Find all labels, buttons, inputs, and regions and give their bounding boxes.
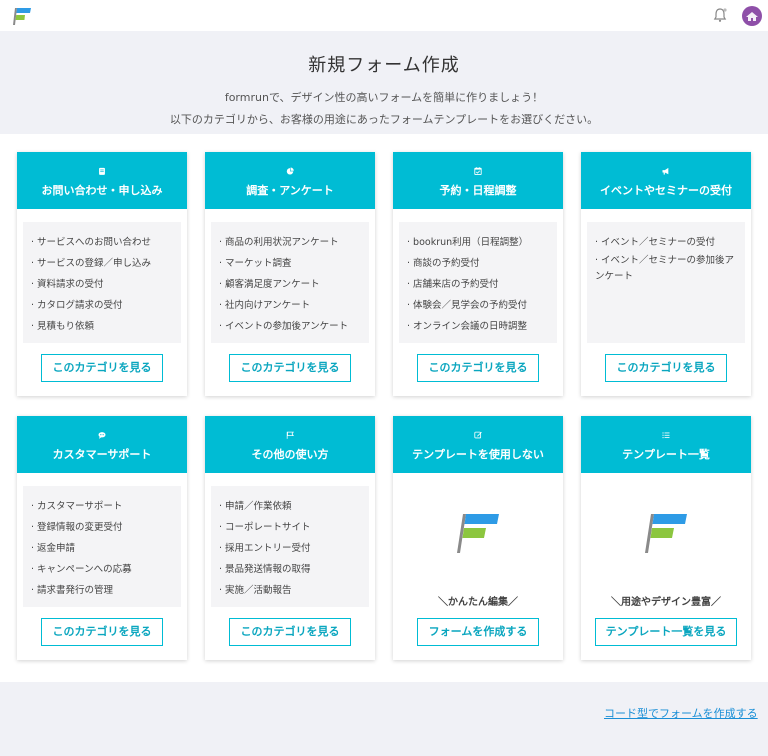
card-title: テンプレートを使用しない	[412, 448, 544, 461]
list-item: · オンライン会議の日時調整	[407, 321, 528, 332]
card-title: お問い合わせ・申し込み	[41, 184, 163, 197]
list-item: · 登録情報の変更受付	[31, 522, 123, 533]
list-item: · 商品の利用状況アンケート	[219, 237, 339, 248]
example-list: · イベント／セミナーの受付 · イベント／セミナーの参加後アンケート	[587, 222, 745, 343]
page-description: 以下のカテゴリから、お客様の用途にあったフォームテンプレートをお選びください。	[169, 113, 599, 126]
view-category-button[interactable]: このカテゴリを見る	[229, 354, 351, 382]
page-header: 新規フォーム作成 formrunで、デザイン性の高いフォームを簡単に作りましょう…	[0, 31, 768, 134]
list-item: · イベント／セミナーの参加後アンケート	[595, 255, 735, 282]
list-item: · イベントの参加後アンケート	[219, 321, 349, 332]
category-grid: お問い合わせ・申し込み · サービスへのお問い合わせ · サービスの登録／申し込…	[0, 134, 768, 682]
example-list: · 申請／作業依頼 · コーポレートサイト · 採用エントリー受付 · 景品発送…	[211, 486, 369, 607]
list-item: · キャンペーンへの応募	[31, 564, 132, 575]
megaphone-icon	[662, 167, 669, 175]
pie-chart-icon	[286, 167, 294, 175]
top-bar	[0, 0, 768, 31]
view-category-button[interactable]: このカテゴリを見る	[229, 618, 351, 646]
example-list: · bookrun利用（日程調整） · 商談の予約受付 · 店舗来店の予約受付 …	[399, 222, 557, 343]
formrun-logo[interactable]	[10, 6, 34, 26]
card-title: テンプレート一覧	[622, 448, 710, 461]
list-item: · サービスへのお問い合わせ	[31, 237, 152, 248]
list-item: · 店舗来店の予約受付	[407, 279, 499, 290]
flag-icon	[286, 431, 294, 439]
list-item: · 体験会／見学会の予約受付	[407, 300, 528, 311]
category-card-other: その他の使い方 · 申請／作業依頼 · コーポレートサイト · 採用エントリー受…	[205, 416, 375, 660]
category-card-inquiry: お問い合わせ・申し込み · サービスへのお問い合わせ · サービスの登録／申し込…	[17, 152, 187, 396]
card-title: 予約・日程調整	[439, 184, 517, 197]
card-header: テンプレート一覧	[581, 416, 751, 473]
create-form-button[interactable]: フォームを作成する	[417, 618, 539, 646]
card-header: その他の使い方	[205, 416, 375, 473]
list-item: · 景品発送情報の取得	[219, 564, 311, 575]
card-header: お問い合わせ・申し込み	[17, 152, 187, 209]
code-form-link[interactable]: コード型でフォームを作成する	[604, 705, 758, 721]
list-item: · サービスの登録／申し込み	[31, 258, 152, 269]
card-title: イベントやセミナーの受付	[600, 184, 732, 197]
list-item: · 顧客満足度アンケート	[219, 279, 320, 290]
page-title: 新規フォーム作成	[308, 55, 460, 76]
bell-icon[interactable]	[712, 7, 728, 23]
edit-icon	[474, 431, 482, 439]
category-card-reservation: 予約・日程調整 · bookrun利用（日程調整） · 商談の予約受付 · 店舗…	[393, 152, 563, 396]
formrun-logo	[457, 514, 499, 553]
list-item: · カタログ請求の受付	[31, 300, 123, 311]
card-header: 調査・アンケート	[205, 152, 375, 209]
example-list: · サービスへのお問い合わせ · サービスの登録／申し込み · 資料請求の受付 …	[23, 222, 181, 343]
card-tagline: ＼かんたん編集／	[438, 597, 518, 608]
card-template-list: テンプレート一覧 ＼用途やデザイン豊富／ テンプレート一覧を見る	[581, 416, 751, 660]
list-item: · 採用エントリー受付	[219, 543, 311, 554]
view-category-button[interactable]: このカテゴリを見る	[41, 354, 163, 382]
view-category-button[interactable]: このカテゴリを見る	[605, 354, 727, 382]
user-avatar[interactable]	[742, 6, 762, 26]
view-category-button[interactable]: このカテゴリを見る	[417, 354, 539, 382]
card-tagline: ＼用途やデザイン豊富／	[611, 597, 721, 608]
list-item: · 見積もり依頼	[31, 321, 95, 332]
card-header: イベントやセミナーの受付	[581, 152, 751, 209]
calendar-check-icon	[474, 167, 482, 175]
card-header: テンプレートを使用しない	[393, 416, 563, 473]
view-templates-button[interactable]: テンプレート一覧を見る	[595, 618, 737, 646]
list-item: · 請求書発行の管理	[31, 585, 114, 596]
example-list: · カスタマーサポート · 登録情報の変更受付 · 返金申請 · キャンペーンへ…	[23, 486, 181, 607]
list-item: · 実施／活動報告	[219, 585, 292, 596]
card-title: その他の使い方	[251, 448, 329, 461]
list-item: · コーポレートサイト	[219, 522, 311, 533]
list-item: · 商談の予約受付	[407, 258, 480, 269]
formrun-logo	[645, 514, 687, 553]
category-card-survey: 調査・アンケート · 商品の利用状況アンケート · マーケット調査 · 顧客満足…	[205, 152, 375, 396]
card-header: カスタマーサポート	[17, 416, 187, 473]
view-category-button[interactable]: このカテゴリを見る	[41, 618, 163, 646]
category-card-event: イベントやセミナーの受付 · イベント／セミナーの受付 · イベント／セミナーの…	[581, 152, 751, 396]
list-item: · 社内向けアンケート	[219, 300, 311, 311]
card-title: カスタマーサポート	[52, 448, 152, 461]
card-header: 予約・日程調整	[393, 152, 563, 209]
list-item: · 返金申請	[31, 543, 76, 554]
example-list: · 商品の利用状況アンケート · マーケット調査 · 顧客満足度アンケート · …	[211, 222, 369, 343]
avatar-house-icon	[746, 12, 758, 21]
book-icon	[99, 167, 105, 175]
card-title: 調査・アンケート	[246, 184, 334, 197]
card-blank-form: テンプレートを使用しない ＼かんたん編集／ フォームを作成する	[393, 416, 563, 660]
list-item: · カスタマーサポート	[31, 501, 123, 512]
list-item: · マーケット調査	[219, 258, 292, 269]
list-item: · bookrun利用（日程調整）	[407, 237, 529, 248]
page-subtitle: formrunで、デザイン性の高いフォームを簡単に作りましょう！	[224, 91, 544, 104]
list-item: · 申請／作業依頼	[219, 501, 292, 512]
list-item: · 資料請求の受付	[31, 279, 104, 290]
list-icon	[662, 432, 670, 439]
list-item: · イベント／セミナーの受付	[595, 237, 716, 248]
chat-bubble-icon	[98, 432, 106, 439]
category-card-support: カスタマーサポート · カスタマーサポート · 登録情報の変更受付 · 返金申請…	[17, 416, 187, 660]
